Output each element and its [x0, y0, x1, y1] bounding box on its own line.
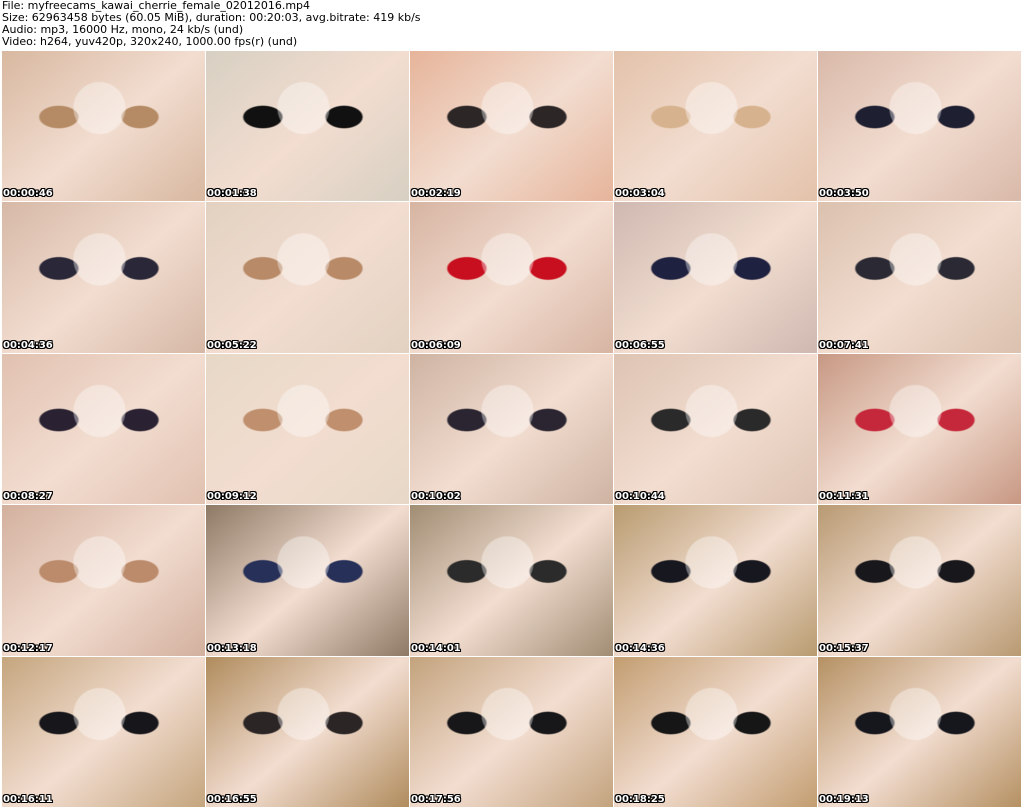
timestamp-label: 00:05:22	[207, 339, 257, 351]
thumbnail-image	[818, 353, 1021, 505]
thumbnail-image	[206, 353, 409, 505]
thumbnail-item[interactable]: 00:11:31	[818, 353, 1022, 506]
timestamp-label: 00:03:50	[819, 188, 869, 200]
thumbnail-item[interactable]: 00:07:41	[818, 202, 1022, 354]
thumbnail-image	[410, 202, 613, 353]
timestamp-label: 00:06:55	[615, 339, 665, 351]
audio-info-line: Audio: mp3, 16000 Hz, mono, 24 kb/s (und…	[2, 24, 244, 36]
thumbnail-item[interactable]: 00:17:56	[410, 656, 614, 808]
thumbnail-item[interactable]: 00:00:46	[2, 51, 206, 203]
timestamp-label: 00:19:13	[819, 793, 869, 805]
timestamp-label: 00:16:55	[207, 793, 257, 805]
thumbnail-image	[614, 505, 817, 656]
timestamp-label: 00:06:09	[411, 339, 461, 351]
timestamp-label: 00:00:46	[3, 188, 53, 200]
thumbnail-image	[2, 353, 205, 505]
thumbnail-image	[614, 51, 817, 202]
timestamp-label: 00:03:04	[615, 188, 665, 200]
video-info-line: Video: h264, yuv420p, 320x240, 1000.00 f…	[2, 36, 298, 48]
thumbnail-item[interactable]: 00:18:25	[614, 656, 818, 808]
thumbnail-item[interactable]: 00:13:18	[206, 505, 410, 657]
timestamp-label: 00:12:17	[3, 642, 53, 654]
timestamp-label: 00:01:38	[207, 188, 257, 200]
thumbnail-item[interactable]: 00:10:02	[410, 353, 614, 506]
video-info-header: File: myfreecams_kawai_cherrie_female_02…	[2, 0, 1022, 50]
thumbnail-item[interactable]: 00:02:19	[410, 51, 614, 203]
thumbnail-image	[614, 202, 817, 353]
thumbnail-image	[410, 656, 613, 807]
thumbnail-item[interactable]: 00:04:36	[2, 202, 206, 354]
thumbnail-image	[206, 656, 409, 807]
thumbnail-image	[818, 202, 1021, 353]
timestamp-label: 00:17:56	[411, 793, 461, 805]
thumbnail-item[interactable]: 00:12:17	[2, 505, 206, 657]
thumbnail-item[interactable]: 00:01:38	[206, 51, 410, 203]
thumbnail-item[interactable]: 00:16:55	[206, 656, 410, 808]
timestamp-label: 00:18:25	[615, 793, 665, 805]
timestamp-label: 00:10:44	[615, 491, 665, 503]
thumbnail-image	[818, 51, 1021, 202]
thumbnail-item[interactable]: 00:08:27	[2, 353, 206, 506]
file-size-line: Size: 62963458 bytes (60.05 MiB), durati…	[2, 12, 421, 24]
timestamp-label: 00:14:36	[615, 642, 665, 654]
timestamp-label: 00:10:02	[411, 491, 461, 503]
thumbnail-item[interactable]: 00:14:01	[410, 505, 614, 657]
thumbnail-item[interactable]: 00:15:37	[818, 505, 1022, 657]
thumbnail-item[interactable]: 00:03:50	[818, 51, 1022, 203]
timestamp-label: 00:02:19	[411, 188, 461, 200]
timestamp-label: 00:14:01	[411, 642, 461, 654]
timestamp-label: 00:07:41	[819, 339, 869, 351]
thumbnail-image	[410, 353, 613, 505]
thumbnail-image	[2, 656, 205, 807]
timestamp-label: 00:04:36	[3, 339, 53, 351]
thumbnail-item[interactable]: 00:16:11	[2, 656, 206, 808]
thumbnail-image	[206, 51, 409, 202]
thumbnail-item[interactable]: 00:03:04	[614, 51, 818, 203]
thumbnail-item[interactable]: 00:06:09	[410, 202, 614, 354]
thumbnail-image	[206, 505, 409, 656]
timestamp-label: 00:11:31	[819, 491, 869, 503]
thumbnail-image	[2, 505, 205, 656]
thumbnail-image	[206, 202, 409, 353]
thumbnail-image	[410, 51, 613, 202]
timestamp-label: 00:16:11	[3, 793, 53, 805]
timestamp-label: 00:13:18	[207, 642, 257, 654]
file-name-line: File: myfreecams_kawai_cherrie_female_02…	[2, 0, 311, 12]
timestamp-label: 00:08:27	[3, 491, 53, 503]
thumbnail-image	[2, 51, 205, 202]
thumbnail-image	[614, 656, 817, 807]
thumbnail-image	[818, 656, 1021, 807]
timestamp-label: 00:09:12	[207, 491, 257, 503]
thumbnail-image	[818, 505, 1021, 656]
thumbnail-image	[410, 505, 613, 656]
thumbnail-item[interactable]: 00:09:12	[206, 353, 410, 506]
thumbnail-image	[614, 353, 817, 505]
thumbnail-item[interactable]: 00:10:44	[614, 353, 818, 506]
thumbnail-item[interactable]: 00:06:55	[614, 202, 818, 354]
timestamp-label: 00:15:37	[819, 642, 869, 654]
thumbnail-item[interactable]: 00:19:13	[818, 656, 1022, 808]
thumbnail-grid: 00:00:46 00:01:38 00:02:19 00:03:04 00:0…	[2, 51, 1022, 808]
thumbnail-item[interactable]: 00:05:22	[206, 202, 410, 354]
thumbnail-image	[2, 202, 205, 353]
thumbnail-item[interactable]: 00:14:36	[614, 505, 818, 657]
